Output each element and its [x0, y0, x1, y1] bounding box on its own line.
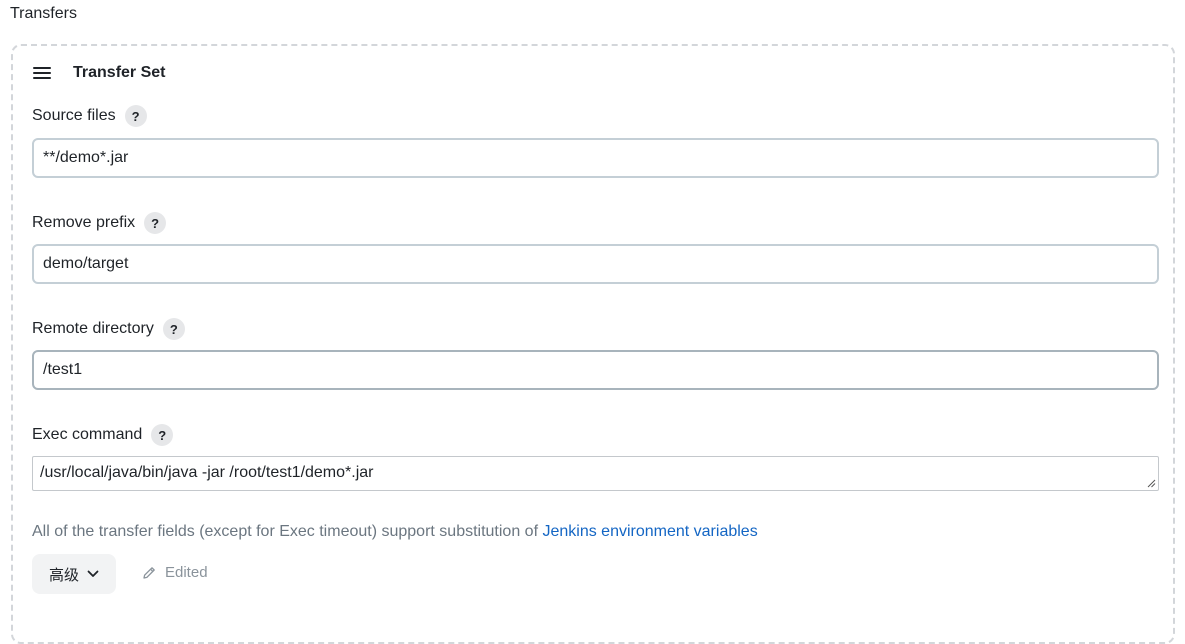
remove-prefix-label-row: Remove prefix ? [32, 212, 167, 234]
remote-directory-label-row: Remote directory ? [32, 318, 185, 340]
pencil-icon [143, 566, 155, 579]
transfer-set-title: Transfer Set [73, 64, 166, 81]
chevron-down-icon [87, 570, 99, 577]
remote-directory-label: Remote directory [32, 320, 154, 337]
help-icon[interactable]: ? [151, 424, 174, 446]
source-files-label-row: Source files ? [32, 105, 147, 127]
resize-grip-icon[interactable] [1146, 478, 1156, 488]
advanced-button[interactable]: 高级 [32, 554, 116, 594]
substitution-info: All of the transfer fields (except for E… [32, 523, 758, 541]
exec-command-label: Exec command [32, 426, 143, 443]
edited-label: Edited [165, 564, 208, 581]
advanced-button-label: 高级 [48, 566, 79, 584]
section-title: Transfers [10, 5, 77, 22]
transfer-set-header: Transfer Set [33, 64, 165, 82]
substitution-info-text: All of the transfer fields (except for E… [32, 523, 543, 540]
edited-indicator: Edited [141, 564, 208, 581]
help-icon[interactable]: ? [144, 212, 167, 234]
remove-prefix-label: Remove prefix [32, 214, 136, 231]
remote-directory-input[interactable] [32, 350, 1159, 390]
exec-command-label-row: Exec command ? [32, 424, 174, 446]
exec-command-textarea[interactable]: /usr/local/java/bin/java -jar /root/test… [32, 456, 1159, 491]
transfer-set-card: Transfer Set Source files ? Remove prefi… [11, 44, 1175, 644]
jenkins-env-vars-link[interactable]: Jenkins environment variables [542, 523, 757, 540]
source-files-input[interactable] [32, 138, 1159, 178]
drag-handle-icon[interactable] [33, 67, 51, 79]
exec-command-value: /usr/local/java/bin/java -jar /root/test… [40, 464, 374, 481]
remove-prefix-input[interactable] [32, 244, 1159, 284]
help-icon[interactable]: ? [124, 105, 147, 127]
help-icon[interactable]: ? [162, 318, 185, 340]
source-files-label: Source files [32, 107, 116, 124]
